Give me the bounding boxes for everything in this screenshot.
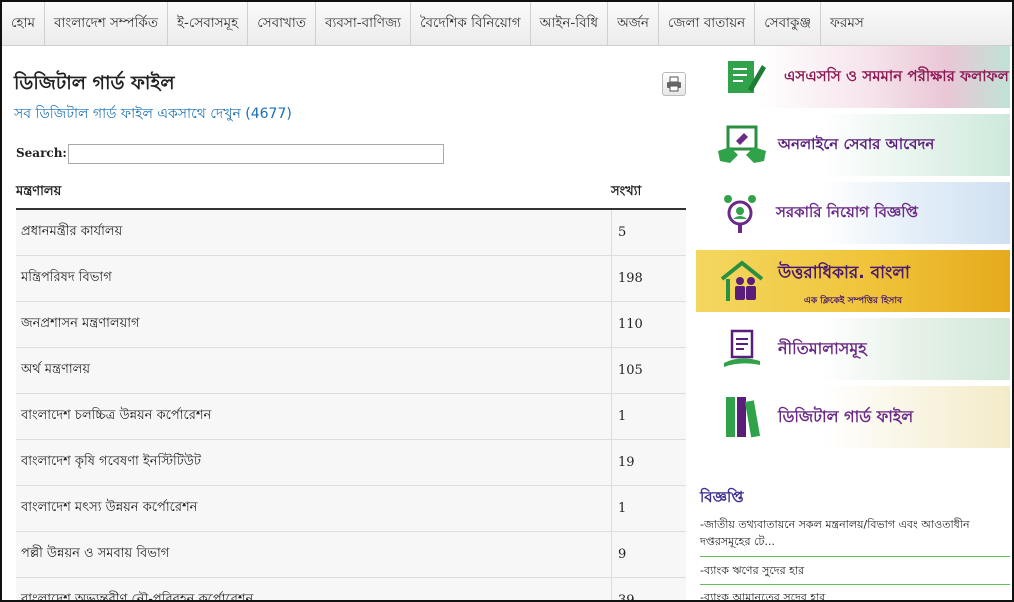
search-input[interactable] bbox=[68, 144, 444, 164]
ministry-name-link[interactable]: মন্ত্রিপরিষদ বিভাগ bbox=[16, 256, 612, 301]
nav-item-foreign-investment[interactable]: বৈদেশিক বিনিয়োগ bbox=[411, 2, 531, 46]
banner-online-service[interactable]: অনলাইনে সেবার আবেদন bbox=[696, 114, 1010, 176]
table-row: অর্থ মন্ত্রণালয় 105 bbox=[16, 348, 686, 394]
file-count: 19 bbox=[618, 455, 635, 470]
file-count: 5 bbox=[618, 225, 627, 240]
notice-item[interactable]: -ব্যাংক আমানতের সুদের হার bbox=[700, 589, 1010, 600]
banner-inheritance-calculator[interactable]: উত্তরাধিকার. বাংলা এক ক্লিকেই সম্পত্তির … bbox=[696, 250, 1010, 312]
search-label: Search: bbox=[16, 146, 67, 160]
sidebar: এসএসসি ও সমমান পরীক্ষার ফলাফল অনলাইনে সে… bbox=[696, 46, 1012, 600]
file-count: 1 bbox=[618, 501, 627, 516]
exam-result-icon bbox=[716, 46, 776, 108]
notice-item[interactable]: -ব্যাংক ঋণের সুদের হার bbox=[700, 562, 1010, 579]
guard-file-icon bbox=[712, 386, 772, 448]
ministry-name-link[interactable]: অর্থ মন্ত্রণালয় bbox=[16, 348, 612, 393]
nav-item-service-kunja[interactable]: সেবাকুঞ্জ bbox=[755, 2, 822, 46]
ministry-name-link[interactable]: বাংলাদেশ অভ্যন্তরীণ নৌ-পরিবহন কর্পোরেশন bbox=[16, 578, 612, 600]
banner-ssc-result-label: এসএসসি ও সমমান পরীক্ষার ফলাফল bbox=[784, 66, 1009, 85]
banner-inheritance-label: উত্তরাধিকার. বাংলা bbox=[778, 263, 910, 283]
file-count: 110 bbox=[618, 317, 643, 332]
browser-frame: হোম বাংলাদেশ সম্পর্কিত ই-সেবাসমূহ সেবাখা… bbox=[0, 0, 1014, 602]
ministry-name-link[interactable]: জনপ্রশাসন মন্ত্রণালয়াগ bbox=[16, 302, 612, 347]
nav-item-district-portal[interactable]: জেলা বাতায়ন bbox=[659, 2, 756, 46]
banner-govt-job-circular-label: সরকারি নিয়োগ বিজ্ঞপ্তি bbox=[776, 202, 918, 221]
file-count: 105 bbox=[618, 363, 643, 378]
view-all-guard-files-link[interactable]: সব ডিজিটাল গার্ড ফাইল একসাথে দেখুন (4677… bbox=[14, 102, 292, 126]
notice-item[interactable]: -জাতীয় তথ্যবাতায়নে সকল মন্ত্রনালয়/বিভ… bbox=[700, 516, 1010, 550]
table-row: বাংলাদেশ অভ্যন্তরীণ নৌ-পরিবহন কর্পোরেশন … bbox=[16, 578, 686, 602]
nav-item-about-bangladesh[interactable]: বাংলাদেশ সম্পর্কিত bbox=[45, 2, 168, 46]
inheritance-family-icon bbox=[712, 250, 772, 312]
ministry-name-link[interactable]: পল্লী উন্নয়ন ও সমবায় বিভাগ bbox=[16, 532, 612, 577]
column-header-ministry[interactable]: মন্ত্রণালয় bbox=[16, 182, 61, 203]
nav-item-e-services[interactable]: ই-সেবাসমূহ bbox=[168, 2, 249, 46]
file-count: 1 bbox=[618, 409, 627, 424]
file-count: 9 bbox=[618, 547, 627, 562]
page-title: ডিজিটাল গার্ড ফাইল bbox=[14, 72, 175, 94]
job-search-icon bbox=[710, 182, 770, 244]
table-row: বাংলাদেশ কৃষি গবেষণা ইনস্টিটিউট 19 bbox=[16, 440, 686, 486]
table-row: জনপ্রশাসন মন্ত্রণালয়াগ 110 bbox=[16, 302, 686, 348]
table-row: প্রধানমন্ত্রীর কার্যালয় 5 bbox=[16, 210, 686, 256]
table-row: বাংলাদেশ মৎস্য উন্নয়ন কর্পোরেশন 1 bbox=[16, 486, 686, 532]
ministry-name-link[interactable]: বাংলাদেশ চলচ্চিত্র উন্নয়ন কর্পোরেশন bbox=[16, 394, 612, 439]
nav-item-achievements[interactable]: অর্জন bbox=[608, 2, 659, 46]
online-service-icon bbox=[712, 114, 772, 176]
table-row: মন্ত্রিপরিষদ বিভাগ 198 bbox=[16, 256, 686, 302]
nav-item-business[interactable]: ব্যবসা-বাণিজ্য bbox=[316, 2, 412, 46]
nav-item-service-sectors[interactable]: সেবাখাত bbox=[248, 2, 316, 46]
nav-item-home[interactable]: হোম bbox=[2, 2, 45, 46]
banner-policies-label: নীতিমালাসমূহ bbox=[778, 338, 867, 358]
nav-item-forms[interactable]: ফরমস bbox=[821, 2, 873, 46]
nav-item-law-rules[interactable]: আইন-বিধি bbox=[531, 2, 609, 46]
notice-section-title: বিজ্ঞপ্তি bbox=[700, 488, 744, 506]
ministry-name-link[interactable]: বাংলাদেশ কৃষি গবেষণা ইনস্টিটিউট bbox=[16, 440, 612, 485]
banner-govt-job-circular[interactable]: সরকারি নিয়োগ বিজ্ঞপ্তি bbox=[696, 182, 1010, 244]
ministry-name-link[interactable]: প্রধানমন্ত্রীর কার্যালয় bbox=[16, 210, 612, 255]
table-row: পল্লী উন্নয়ন ও সমবায় বিভাগ 9 bbox=[16, 532, 686, 578]
printer-icon bbox=[667, 76, 681, 92]
main-content: ডিজিটাল গার্ড ফাইল সব ডিজিটাল গার্ড ফাইল… bbox=[2, 46, 692, 602]
file-count: 39 bbox=[618, 593, 635, 602]
table-row: বাংলাদেশ চলচ্চিত্র উন্নয়ন কর্পোরেশন 1 bbox=[16, 394, 686, 440]
banner-digital-guard-file[interactable]: ডিজিটাল গার্ড ফাইল bbox=[696, 386, 1010, 448]
banner-online-service-label: অনলাইনে সেবার আবেদন bbox=[778, 134, 935, 153]
banner-inheritance-sublabel: এক ক্লিকেই সম্পত্তির হিসাব bbox=[804, 296, 902, 306]
ministry-table-body: প্রধানমন্ত্রীর কার্যালয় 5 মন্ত্রিপরিষদ … bbox=[16, 210, 686, 602]
notice-divider bbox=[700, 556, 1010, 557]
notice-divider bbox=[700, 584, 1010, 585]
banner-ssc-result[interactable]: এসএসসি ও সমমান পরীক্ষার ফলাফল bbox=[696, 46, 1010, 108]
ministry-name-link[interactable]: বাংলাদেশ মৎস্য উন্নয়ন কর্পোরেশন bbox=[16, 486, 612, 531]
banner-digital-guard-file-label: ডিজিটাল গার্ড ফাইল bbox=[778, 406, 914, 426]
column-header-count[interactable]: সংখ্যা bbox=[611, 182, 641, 203]
policy-document-icon bbox=[712, 318, 772, 380]
file-count: 198 bbox=[618, 271, 643, 286]
banner-policies[interactable]: নীতিমালাসমূহ bbox=[696, 318, 1010, 380]
print-button[interactable] bbox=[662, 72, 686, 96]
top-navigation: হোম বাংলাদেশ সম্পর্কিত ই-সেবাসমূহ সেবাখা… bbox=[2, 2, 1012, 46]
